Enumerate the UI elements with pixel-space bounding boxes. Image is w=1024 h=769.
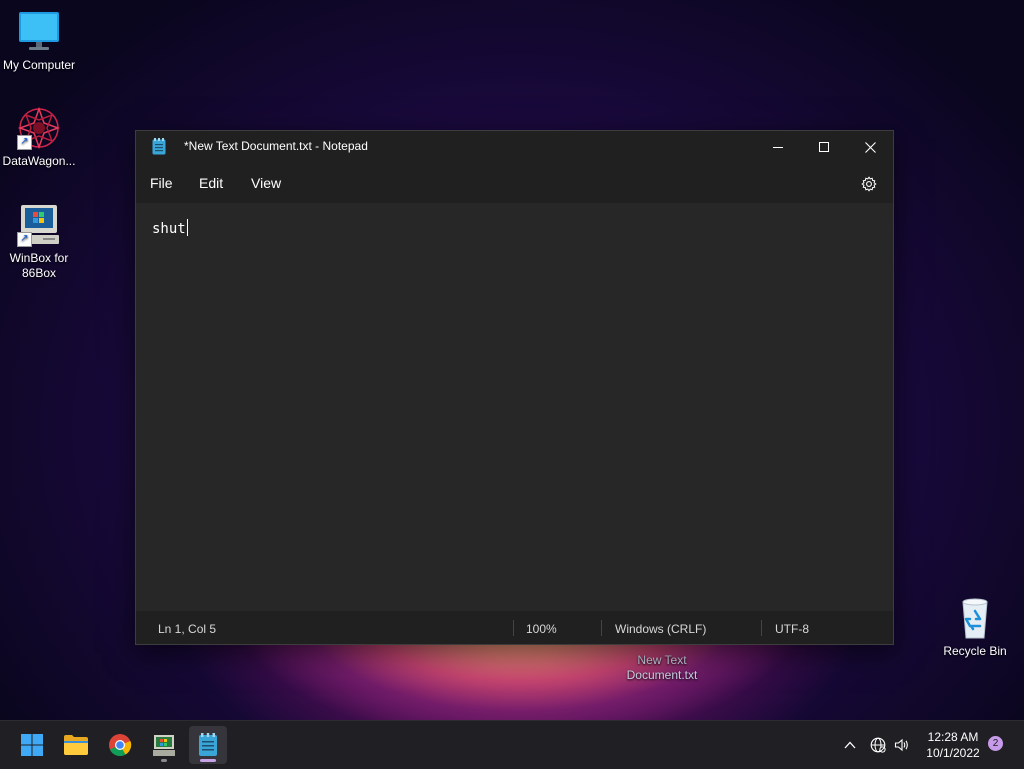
status-line-ending: Windows (CRLF) [615,622,707,636]
menu-edit[interactable]: Edit [199,175,223,191]
taskbar: 12:28 AM 10/1/2022 [0,720,1024,769]
title-bar[interactable]: *New Text Document.txt - Notepad [136,131,893,163]
desktop-icon-recycle-bin[interactable]: Recycle Bin [935,596,1015,659]
desktop-icon-label: DataWagon... [2,154,76,168]
desktop-icon-label-line2: Document.txt [626,668,698,682]
settings-button[interactable] [854,172,884,196]
datawagon-icon: ↗ [17,106,61,150]
winbox-computer-icon: ↗ [17,203,61,247]
status-divider [601,620,602,636]
globe-icon [870,737,886,753]
maximize-button[interactable] [801,131,847,163]
shortcut-arrow-icon: ↗ [17,232,32,247]
status-encoding: UTF-8 [775,622,809,636]
network-button[interactable] [868,735,888,755]
text-caret [186,219,188,236]
close-icon [864,141,876,153]
desktop-icon-label-line2: 86Box [21,266,57,280]
desktop-icon-label: Recycle Bin [943,644,1007,658]
maximize-icon [819,142,829,152]
gear-icon [861,176,877,192]
desktop-icon-label-line1: WinBox for [9,251,69,265]
status-divider [513,620,514,636]
minimize-button[interactable] [755,131,801,163]
desktop-icon-winbox[interactable]: ↗ WinBox for 86Box [0,203,79,281]
status-zoom: 100% [526,622,557,636]
window-title: *New Text Document.txt - Notepad [184,139,368,153]
system-tray: 12:28 AM 10/1/2022 [0,721,1024,769]
menu-view[interactable]: View [251,175,281,191]
volume-button[interactable] [892,735,912,755]
close-button[interactable] [847,131,893,163]
status-bar: Ln 1, Col 5 100% Windows (CRLF) UTF-8 [136,611,893,644]
show-hidden-icons-button[interactable] [840,735,860,755]
recycle-bin-icon [953,596,997,640]
monitor-icon [17,10,61,54]
desktop-icon-datawagon[interactable]: ↗ DataWagon... [0,106,79,169]
desktop-icon-label: My Computer [2,58,76,72]
desktop-icon-my-computer[interactable]: My Computer [0,10,79,73]
editor-text: shut [152,221,186,237]
notepad-window[interactable]: *New Text Document.txt - Notepad File Ed… [135,130,894,645]
taskbar-clock[interactable]: 12:28 AM 10/1/2022 [918,729,988,761]
menu-bar: File Edit View [136,163,893,203]
status-cursor-position: Ln 1, Col 5 [158,622,217,636]
minimize-icon [773,147,783,148]
clock-date: 10/1/2022 [926,746,980,760]
menu-file[interactable]: File [150,175,173,191]
status-divider [761,620,762,636]
notification-badge[interactable]: 2 [988,736,1003,751]
text-editor-area[interactable]: shut [136,203,893,611]
desktop-icon-label-line1: New Text [637,653,687,667]
notepad-icon [152,138,166,155]
clock-time: 12:28 AM [927,730,979,744]
shortcut-arrow-icon: ↗ [17,135,32,150]
chevron-up-icon [844,741,856,749]
editor-content: shut [152,219,188,237]
speaker-icon [894,738,908,752]
